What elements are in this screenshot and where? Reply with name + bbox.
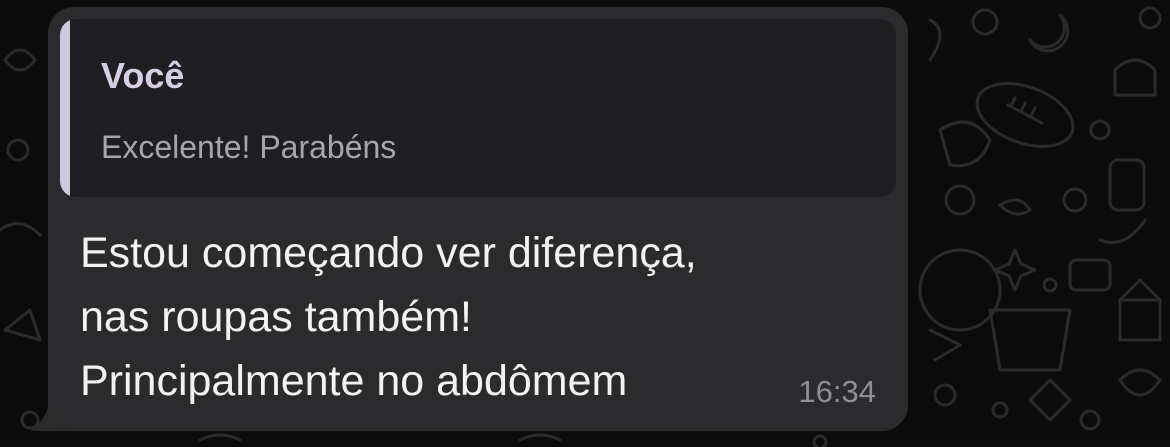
triangle-doodle-icon (3, 308, 42, 342)
message-line: Estou começando ver diferença, (80, 229, 697, 277)
circle-doodle-icon (971, 8, 999, 36)
leaf-doodle-icon (3, 48, 37, 72)
cup-doodle-icon (988, 308, 1072, 372)
message-line: nas roupas também! (80, 293, 472, 341)
bottle-doodle-icon (1108, 158, 1146, 212)
dot-doodle-icon (991, 401, 1009, 419)
message-timestamp: 16:34 (798, 374, 876, 409)
leaf-doodle-icon (1118, 368, 1162, 397)
taco-doodle-icon (1113, 58, 1157, 97)
reply-quote[interactable]: Você Excelente! Parabéns (60, 19, 896, 197)
circle-doodle-icon (6, 138, 30, 162)
dot-doodle-icon (1042, 277, 1058, 293)
reply-quote-author: Você (101, 55, 185, 96)
message-bubble[interactable]: Você Excelente! Parabéns Estou começando… (48, 7, 908, 431)
box-doodle-icon (1068, 258, 1112, 292)
message-text: Estou começando ver diferença, nas roupa… (80, 221, 780, 413)
diamond-doodle-icon (1028, 378, 1072, 422)
arrow-doodle-icon (928, 328, 962, 362)
blob-doodle-icon (938, 120, 992, 168)
wave-doodle-icon (518, 433, 562, 442)
reply-quote-text: Excelente! Parabéns (101, 129, 397, 165)
circle-doodle-icon (1062, 187, 1088, 213)
wave-doodle-icon (198, 433, 242, 442)
cloud-doodle-icon (998, 198, 1032, 216)
circle-doodle-icon (1138, 6, 1162, 30)
football-laces-doodle-icon (1006, 96, 1044, 125)
message-line: Principalmente no abdômem (80, 357, 628, 405)
circle-doodle-icon (944, 184, 976, 216)
dot-doodle-icon (812, 434, 828, 447)
house-doodle-icon (1118, 278, 1162, 342)
circle-doodle-icon (933, 383, 957, 407)
ball-doodle-icon (918, 248, 1002, 332)
reply-quote-accent-bar (60, 19, 70, 197)
banana-doodle-icon (0, 222, 42, 237)
leaf-doodle-icon (928, 18, 942, 62)
circle-doodle-icon (1089, 119, 1111, 141)
banana-doodle-icon (1098, 218, 1147, 244)
moon-doodle-icon (1028, 13, 1070, 53)
circle-doodle-icon (1079, 409, 1101, 431)
